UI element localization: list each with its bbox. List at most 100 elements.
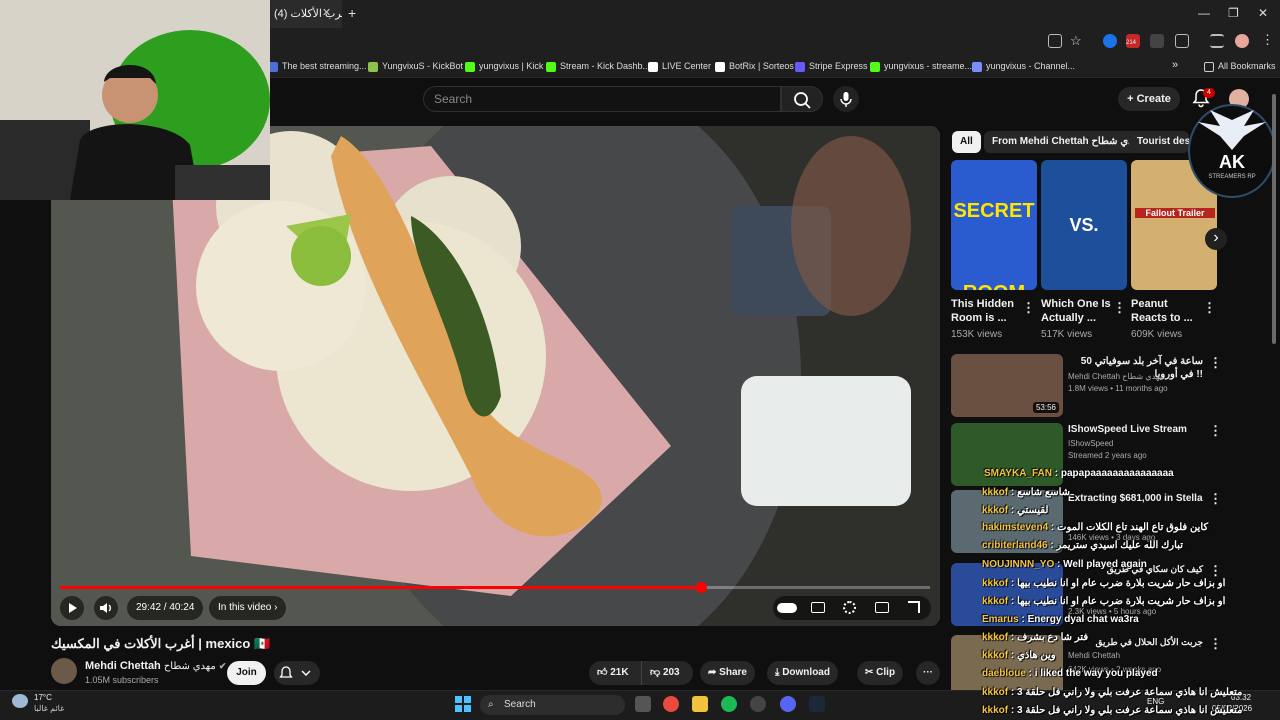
bookmark-item[interactable]: The best streaming...	[268, 58, 367, 75]
chat-message: kkkof : متعليش انا هاذي سماعة عرفت بلي و…	[982, 687, 1243, 698]
chat-message: kkkof : فتر شا دع بشرف	[982, 632, 1089, 643]
more-vert-icon[interactable]: ⋮	[1113, 300, 1126, 316]
task-view-icon[interactable]	[635, 696, 651, 712]
more-vert-icon[interactable]: ⋮	[1209, 491, 1222, 507]
taskbar-search[interactable]: ⌕ Search	[480, 695, 625, 715]
shelf-title[interactable]: Peanut Reacts to ...	[1131, 297, 1203, 325]
bookmark-item[interactable]: LIVE Center	[648, 58, 711, 75]
weather-desc: غائم غالبا	[34, 704, 65, 713]
plus-icon: +	[1127, 93, 1137, 105]
minimize-button[interactable]: —	[1198, 6, 1210, 20]
fullscreen-icon[interactable]	[908, 601, 920, 613]
extension-k-icon[interactable]	[1150, 34, 1164, 48]
search-icon: ⌕	[488, 699, 494, 710]
extension-badge-icon[interactable]: 214	[1126, 34, 1140, 48]
subscription-bell-button[interactable]	[274, 661, 320, 685]
more-vert-icon[interactable]: ⋮	[1209, 636, 1222, 652]
recommended-title[interactable]: جربت الأكل الحلال في طريق	[1068, 636, 1203, 649]
chapter-button[interactable]: In this video ›	[209, 596, 287, 620]
channel-avatar[interactable]	[51, 658, 77, 684]
shelf-title[interactable]: This Hidden Room is ...	[951, 297, 1023, 325]
tab-close-icon[interactable]: ✕	[322, 6, 331, 19]
bookmark-item[interactable]: YungvixuS - KickBot	[368, 58, 463, 75]
verified-icon: ✔	[218, 661, 227, 671]
progress-bar[interactable]	[60, 582, 930, 593]
search-input[interactable]: Search	[423, 86, 781, 112]
thumbs-up-icon: 👍︎	[597, 667, 611, 678]
recommended-channel[interactable]: Mehdi Chettah	[1068, 650, 1120, 662]
more-actions-button[interactable]: ···	[916, 661, 940, 685]
more-vert-icon[interactable]: ⋮	[1022, 300, 1035, 316]
tab-title: (4) أغرب الأكلات	[274, 8, 342, 20]
close-window-button[interactable]: ✕	[1258, 6, 1268, 20]
steam-icon[interactable]	[809, 696, 825, 712]
share-button[interactable]: ➦ Share	[700, 661, 755, 685]
dislike-button[interactable]: 👎︎ 203	[641, 661, 693, 685]
recommended-title[interactable]: Extracting $681,000 in Stella	[1068, 492, 1203, 505]
volume-button[interactable]	[94, 596, 118, 620]
voice-search-button[interactable]	[833, 86, 859, 112]
recommended-channel[interactable]: Mehdi Chettah مهدي شطاح	[1068, 371, 1164, 383]
bookmark-item[interactable]: yungvixus | Kick	[465, 58, 543, 75]
more-vert-icon[interactable]: ⋮	[1209, 355, 1222, 371]
bookmarks-more-icon[interactable]: »	[1172, 59, 1178, 71]
bookmark-item[interactable]: yungvixus - Channel...	[972, 58, 1075, 75]
chip-all[interactable]: All	[952, 131, 981, 153]
windows-start-icon[interactable]	[455, 696, 471, 712]
file-explorer-icon[interactable]	[692, 696, 708, 712]
chat-message: kkkof : أو بزاف حار شريت بلارة ضرب عام ا…	[982, 578, 1226, 589]
search-button[interactable]	[781, 86, 823, 112]
profile-avatar-icon[interactable]	[1235, 34, 1249, 48]
folder-icon	[1204, 61, 1214, 72]
recommended-channel[interactable]: IShowSpeed	[1068, 438, 1113, 450]
bookmark-favicon	[870, 61, 880, 72]
download-button[interactable]: ⤓ Download	[767, 661, 838, 685]
chevron-right-icon: ›	[271, 602, 278, 613]
video-frame-image	[51, 126, 940, 626]
bookmark-item[interactable]: Stripe Express	[795, 58, 868, 75]
extension-icon[interactable]	[1103, 34, 1117, 48]
miniplayer-icon[interactable]	[875, 602, 889, 613]
new-tab-button[interactable]: +	[348, 5, 356, 21]
bookmark-item[interactable]: yungvixus - streame...	[870, 58, 972, 75]
obs-icon[interactable]	[750, 696, 766, 712]
spotify-icon[interactable]	[721, 696, 737, 712]
create-button[interactable]: + Create	[1118, 87, 1180, 111]
subtitles-icon[interactable]	[811, 602, 825, 613]
shelf-thumbnail[interactable]: VS.	[1041, 160, 1127, 290]
clip-button[interactable]: ✂ Clip	[857, 661, 904, 685]
maximize-button[interactable]: ❐	[1228, 6, 1239, 20]
video-player[interactable]	[51, 126, 940, 626]
weather-cloud-icon[interactable]	[12, 694, 28, 708]
recommended-thumbnail[interactable]: 53:56	[951, 354, 1063, 417]
chip-tourist[interactable]: Tourist des	[1129, 131, 1189, 153]
star-icon[interactable]: ☆	[1070, 33, 1082, 49]
shelf-title[interactable]: Which One Is Actually ...	[1041, 297, 1113, 325]
shelf-thumbnail[interactable]: SECRET ROOM	[951, 160, 1037, 290]
bookmark-item[interactable]: Stream - Kick Dashb...	[546, 58, 650, 75]
recommended-title[interactable]: IShowSpeed Live Stream	[1068, 423, 1203, 436]
channel-name[interactable]: Mehdi Chettah مهدي شطاح ✔	[85, 660, 226, 672]
more-vert-icon[interactable]: ⋮	[1209, 563, 1222, 579]
autoplay-toggle[interactable]	[777, 603, 797, 613]
shelf-next-button[interactable]: ›	[1205, 228, 1227, 250]
scrollbar-thumb[interactable]	[1272, 94, 1276, 344]
weather-temp[interactable]: 17°C	[34, 693, 52, 702]
chip-from-channel[interactable]: From Mehdi Chettah مهدي شطاح	[984, 131, 1152, 153]
join-button[interactable]: Join	[227, 661, 266, 685]
media-icon[interactable]	[1210, 34, 1224, 48]
bookmark-item[interactable]: BotRix | Sorteos	[715, 58, 794, 75]
more-vert-icon[interactable]: ⋮	[1203, 300, 1216, 316]
all-bookmarks-button[interactable]: All Bookmarks	[1204, 58, 1276, 75]
chrome-icon[interactable]	[663, 696, 679, 712]
discord-icon[interactable]	[780, 696, 796, 712]
puzzle-icon[interactable]	[1175, 34, 1189, 48]
cast-icon[interactable]	[1048, 34, 1062, 48]
duration-badge: 53:56	[1032, 402, 1059, 413]
menu-dots-icon[interactable]: ⋮	[1261, 32, 1274, 48]
settings-gear-icon[interactable]	[843, 601, 856, 614]
play-button[interactable]	[60, 596, 84, 620]
chat-message: kkkof : شاسع شاسع	[982, 487, 1071, 498]
like-button[interactable]: 👍︎ 21K	[589, 661, 641, 685]
more-vert-icon[interactable]: ⋮	[1209, 423, 1222, 439]
